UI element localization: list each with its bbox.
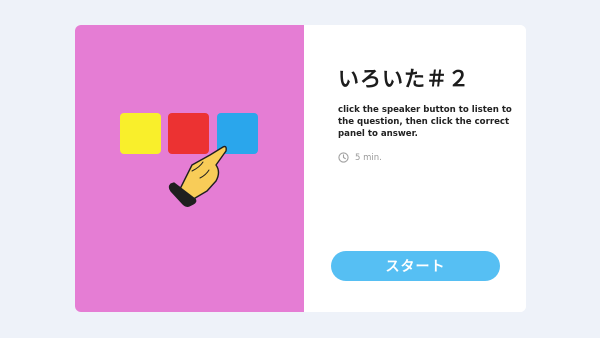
game-card: いろいた＃２ click the speaker button to liste… — [75, 25, 526, 312]
illustration-pane — [75, 25, 304, 312]
start-button[interactable]: スタート — [331, 251, 500, 281]
clock-icon — [338, 152, 349, 163]
instructions-text: click the speaker button to listen to th… — [338, 105, 512, 139]
duration-info: 5 min. — [338, 152, 382, 163]
yellow-panel — [120, 113, 161, 154]
red-panel — [168, 113, 209, 154]
pointing-hand-icon — [168, 145, 227, 207]
info-pane: いろいた＃２ click the speaker button to liste… — [304, 25, 526, 312]
game-title: いろいた＃２ — [338, 67, 470, 91]
color-panels-illustration — [120, 113, 258, 207]
duration-text: 5 min. — [355, 152, 382, 163]
